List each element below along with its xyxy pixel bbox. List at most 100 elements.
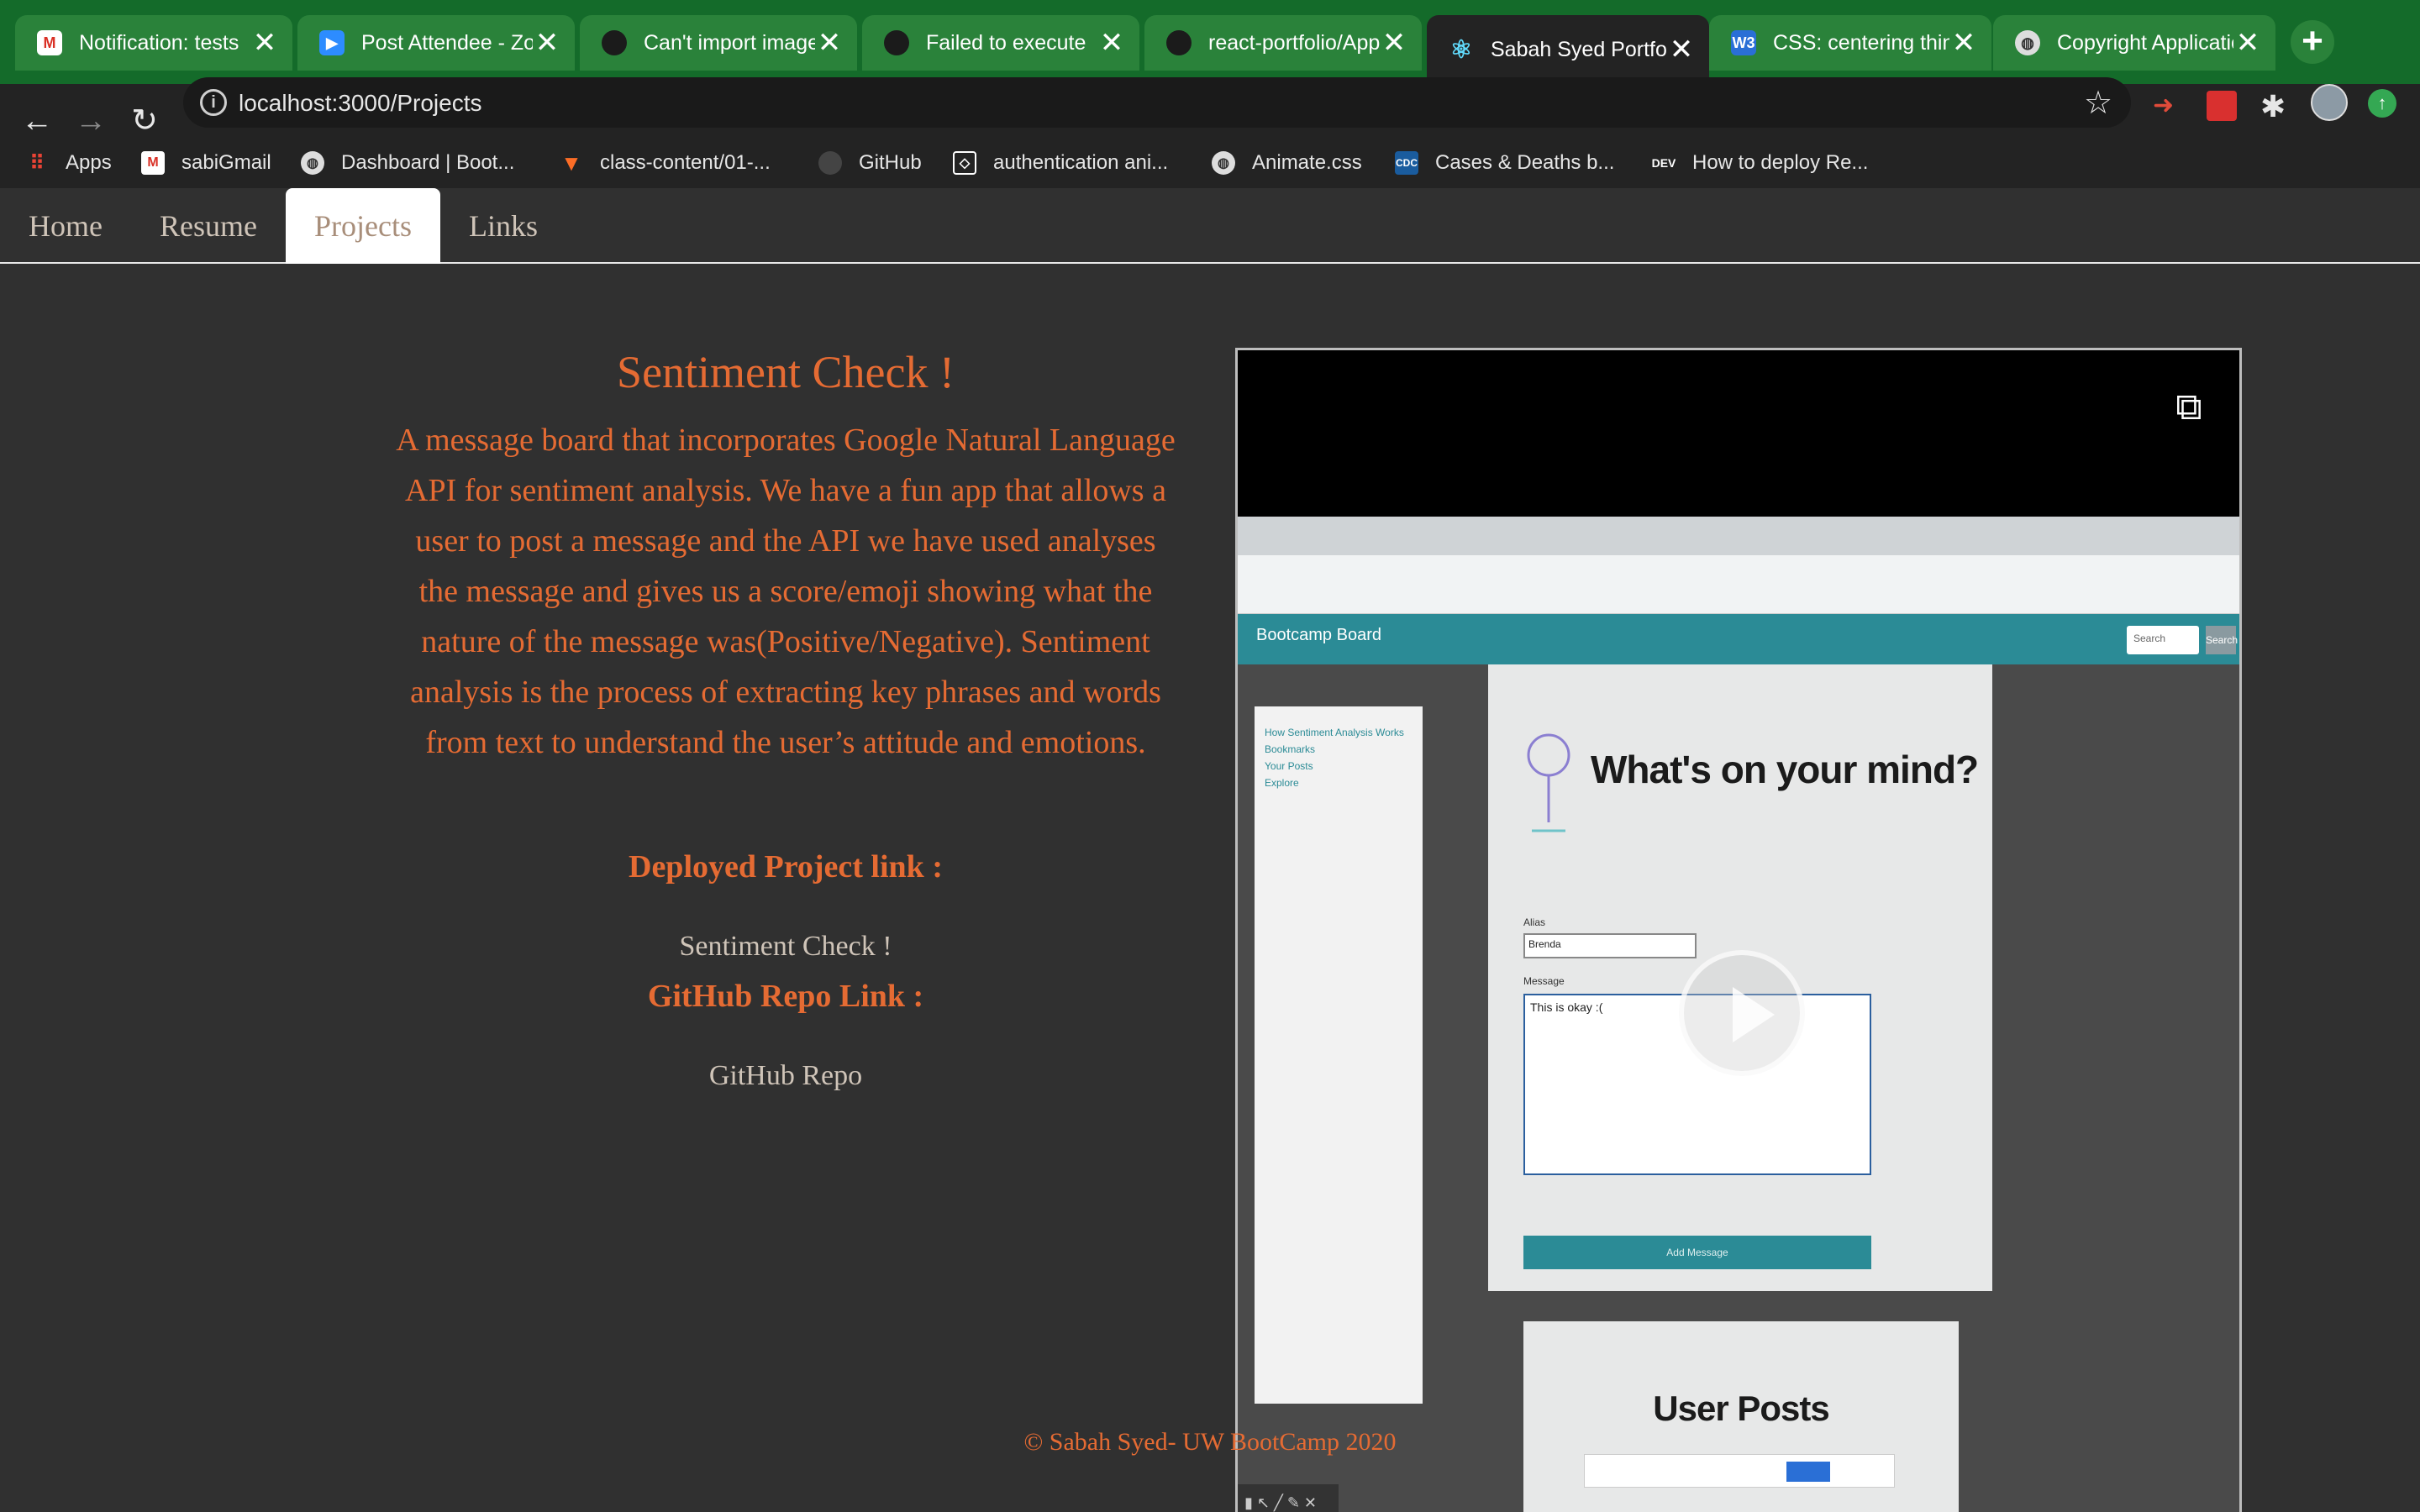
bookmark-cdc[interactable]: CDC Cases & Deaths b... <box>1395 139 1614 186</box>
video-user-posts-heading: User Posts <box>1653 1389 1829 1428</box>
video-sidebar-item: Explore <box>1265 777 1299 789</box>
browser-tab-github-execute[interactable]: Failed to execute ✕ <box>862 15 1139 71</box>
video-sidebar: How Sentiment Analysis Works Bookmarks Y… <box>1255 706 1423 1404</box>
video-notice-button <box>1786 1462 1830 1482</box>
bookmark-label: Apps <box>66 151 112 174</box>
bookmark-label: Cases & Deaths b... <box>1435 151 1615 174</box>
site-info-icon[interactable]: i <box>200 89 227 116</box>
close-icon[interactable]: ✕ <box>533 29 561 57</box>
github-repo-link[interactable]: GitHub Repo <box>395 1060 1176 1092</box>
react-icon: ⚛ <box>1449 35 1473 64</box>
nav-projects[interactable]: Projects <box>286 188 440 264</box>
video-search-input: Search <box>2127 626 2199 654</box>
bookmark-label: Dashboard | Boot... <box>341 151 515 174</box>
brain-logo-icon <box>1527 733 1570 832</box>
browser-tab-github-image[interactable]: Can't import image ✕ <box>580 15 857 71</box>
dev-icon: DEV <box>1651 156 1676 170</box>
extension-record-icon[interactable]: ➜ <box>2153 91 2183 121</box>
bookmark-apps[interactable]: ⠿ Apps <box>25 139 112 186</box>
open-external-icon[interactable]: ⧉ <box>2165 384 2212 431</box>
reload-icon[interactable]: ↻ <box>126 102 163 139</box>
bookmark-label: authentication ani... <box>993 151 1169 174</box>
close-icon[interactable]: ✕ <box>1380 29 1408 57</box>
video-prompt-heading: What's on your mind? <box>1591 748 1979 791</box>
tab-title: Notification: tests <box>79 30 239 55</box>
nav-home[interactable]: Home <box>0 188 131 264</box>
footer-copyright: © Sabah Syed- UW BootCamp 2020 <box>1023 1428 1397 1456</box>
browser-tab-portfolio[interactable]: ⚛ Sabah Syed Portfolio ✕ <box>1427 15 1709 84</box>
projects-page: Sentiment Check ! A message board that i… <box>0 265 2420 1512</box>
gitlab-icon: ▼ <box>560 150 582 176</box>
bookmark-github[interactable]: GitHub <box>818 139 922 186</box>
github-repo-label: GitHub Repo Link : <box>647 979 924 1014</box>
video-search-button: Search <box>2206 626 2238 654</box>
gmail-icon: M <box>37 30 62 55</box>
github-icon <box>884 30 909 55</box>
close-icon[interactable]: ✕ <box>1949 29 1978 57</box>
tab-title: Copyright Application <box>2057 30 2233 55</box>
bookmark-animate[interactable]: ◍ Animate.css <box>1212 139 1362 186</box>
address-bar[interactable]: i localhost:3000/Projects ☆ <box>183 77 2131 128</box>
close-icon[interactable]: ✕ <box>250 29 279 57</box>
nav-links[interactable]: Links <box>440 188 566 264</box>
browser-tab-zoom[interactable]: ▶ Post Attendee - Zoom ✕ <box>297 15 575 71</box>
url-text[interactable]: localhost:3000/Projects <box>239 90 482 117</box>
close-icon[interactable]: ✕ <box>815 29 844 57</box>
video-alias-label: Alias <box>1523 916 1546 928</box>
update-icon[interactable]: ↑ <box>2368 89 2396 118</box>
tab-title: CSS: centering things <box>1773 30 1949 55</box>
globe-icon: ◍ <box>301 151 324 175</box>
video-sidebar-item: How Sentiment Analysis Works <box>1265 727 1404 738</box>
browser-tab-gmail[interactable]: M Notification: tests ✕ <box>15 15 292 71</box>
close-icon[interactable]: ✕ <box>2233 29 2262 57</box>
close-icon[interactable]: ✕ <box>1667 35 1696 64</box>
browser-tab-w3[interactable]: W3 CSS: centering things ✕ <box>1709 15 1991 71</box>
globe-icon: ◍ <box>2015 30 2040 55</box>
project-title: Sentiment Check ! <box>617 347 955 397</box>
bookmark-label: How to deploy Re... <box>1692 151 1869 174</box>
video-annotation-toolbar[interactable]: ▮ ↖ ╱ ✎ ✕ <box>1238 1484 1339 1512</box>
new-tab-button[interactable]: + <box>2291 20 2334 64</box>
bookmark-class-content[interactable]: ▼ class-content/01-... <box>560 139 771 186</box>
site-nav: Home Resume Projects Links <box>0 188 2420 264</box>
bookmark-dashboard[interactable]: ◍ Dashboard | Boot... <box>301 139 514 186</box>
tab-title: Sabah Syed Portfolio <box>1491 37 1667 61</box>
video-browser-bookmarks <box>1238 585 2239 614</box>
browser-tab-github-portfolio[interactable]: react-portfolio/App ✕ <box>1144 15 1422 71</box>
browser-tab-copyright[interactable]: ◍ Copyright Application ✕ <box>1993 15 2275 71</box>
project-demo-video[interactable]: ⧉ Bootcamp Board Search Search How Senti… <box>1235 348 2242 1512</box>
bookmark-label: GitHub <box>859 151 922 174</box>
bookmark-label: class-content/01-... <box>600 151 771 174</box>
video-sidebar-item: Bookmarks <box>1265 743 1316 755</box>
video-screen-share-notice <box>1584 1454 1895 1488</box>
video-browser-url <box>1238 555 2239 585</box>
video-message-label: Message <box>1523 975 1565 987</box>
apps-grid-icon: ⠿ <box>29 151 45 175</box>
back-arrow-icon[interactable]: ← <box>18 102 55 139</box>
w3-icon: W3 <box>1731 30 1756 55</box>
bookmark-authentication[interactable]: ◇ authentication ani... <box>953 139 1168 186</box>
codepen-icon: ◇ <box>953 151 976 175</box>
video-user-posts: User Posts <box>1523 1321 1959 1512</box>
bookmark-label: Animate.css <box>1252 151 1362 174</box>
nav-resume[interactable]: Resume <box>131 188 286 264</box>
extension-icon[interactable] <box>2207 91 2237 121</box>
github-icon <box>818 151 842 175</box>
bookmark-label: sabiGmail <box>182 151 271 174</box>
tab-title: Post Attendee - Zoom <box>361 30 533 55</box>
gmail-icon: M <box>141 151 165 175</box>
star-icon[interactable]: ☆ <box>2084 84 2112 122</box>
puzzle-icon[interactable]: ✱ <box>2260 89 2286 124</box>
close-icon[interactable]: ✕ <box>1097 29 1126 57</box>
video-app-brand: Bootcamp Board <box>1256 626 1381 644</box>
globe-icon: ◍ <box>1212 151 1235 175</box>
deployed-project-link[interactable]: Sentiment Check ! <box>395 931 1176 963</box>
video-sidebar-item: Your Posts <box>1265 760 1313 772</box>
avatar[interactable] <box>2311 84 2348 121</box>
github-icon <box>602 30 627 55</box>
play-button-icon[interactable] <box>1679 950 1805 1076</box>
cdc-icon: CDC <box>1395 151 1418 175</box>
bookmark-deploy[interactable]: DEV How to deploy Re... <box>1651 139 1869 186</box>
bookmark-sabigmail[interactable]: M sabiGmail <box>141 139 271 186</box>
forward-arrow-icon[interactable]: → <box>72 102 109 139</box>
